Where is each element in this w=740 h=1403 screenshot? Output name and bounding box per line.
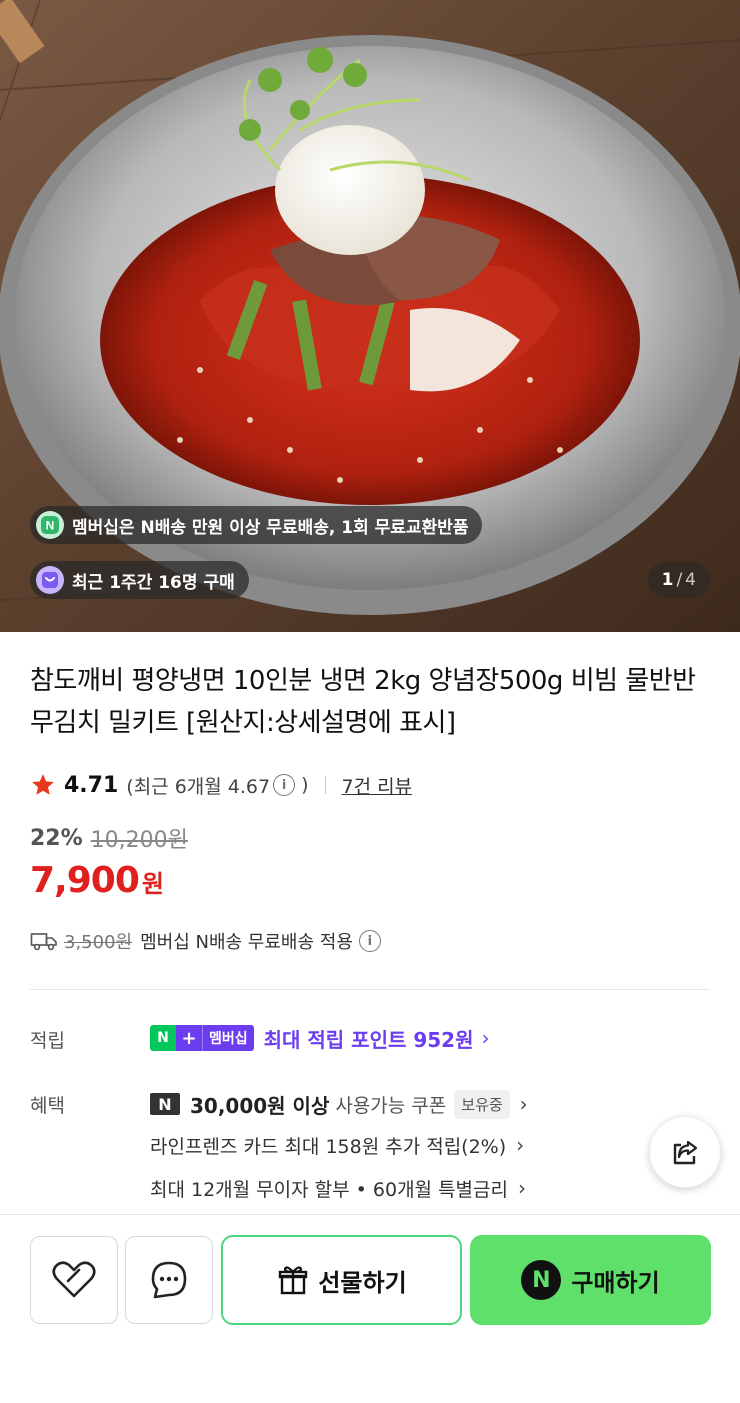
discount-percent: 22% xyxy=(30,825,83,851)
svg-text:N: N xyxy=(46,519,55,533)
recent-purchase-badge: 최근 1주간 16명 구매 xyxy=(30,561,249,599)
membership-n-icon: N xyxy=(36,511,64,539)
badge-n-letter: N xyxy=(150,1025,176,1051)
recent-rating-close: ) xyxy=(301,774,309,796)
share-icon xyxy=(673,1140,698,1165)
image-counter-total: 4 xyxy=(685,570,696,590)
heart-icon xyxy=(52,1261,96,1298)
chat-bubble-icon xyxy=(151,1261,187,1299)
gift-icon xyxy=(279,1266,308,1295)
chevron-right-icon: › xyxy=(516,1133,525,1157)
installment-text: 최대 12개월 무이자 할부 • 60개월 특별금리 xyxy=(150,1178,508,1201)
coupon-amount: 30,000원 이상 xyxy=(190,1093,330,1118)
gift-button-label: 선물하기 xyxy=(318,1268,407,1297)
shipping-fee: 3,500원 xyxy=(64,932,133,953)
recent-purchase-text: 최근 1주간 16명 구매 xyxy=(72,572,235,593)
shipping-text: 멤버십 N배송 무료배송 적용 xyxy=(140,932,353,953)
buy-button-label: 구매하기 xyxy=(571,1268,660,1297)
image-counter-separator: / xyxy=(676,570,683,590)
shipping-row: 3,500원 멤버십 N배송 무료배송 적용 i xyxy=(30,924,381,958)
coupon-owned-tag: 보유중 xyxy=(454,1089,510,1119)
truck-icon xyxy=(30,933,57,951)
membership-shipping-text: 멤버십은 N배송 만원 이상 무료배송, 1회 무료교환반품 xyxy=(72,517,469,538)
sale-price-value: 7,900 xyxy=(30,860,140,901)
badge-plus: + xyxy=(176,1025,202,1051)
naver-plus-membership-badge: N + 멤버십 xyxy=(150,1025,254,1051)
sale-price: 7,900 원 xyxy=(30,860,164,901)
coupon-row[interactable]: N 30,000원 이상 사용가능 쿠폰 보유중 › xyxy=(150,1087,528,1121)
chevron-right-icon: › xyxy=(519,1092,528,1116)
gift-button[interactable]: 선물하기 xyxy=(221,1235,462,1325)
card-points-text: 라인프렌즈 카드 최대 158원 추가 적립(2%) xyxy=(150,1135,507,1158)
points-label: 적립 xyxy=(30,1030,65,1052)
badge-membership-text: 멤버십 xyxy=(202,1025,254,1051)
installment-row[interactable]: 최대 12개월 무이자 할부 • 60개월 특별금리 › xyxy=(150,1171,526,1205)
recent-rating: (최근 6개월 4.67 xyxy=(126,775,271,798)
naver-n-icon: N xyxy=(150,1093,180,1115)
inquiry-chat-button[interactable] xyxy=(125,1236,213,1324)
share-button[interactable] xyxy=(649,1116,721,1188)
discount-row: 22% 10,200원 xyxy=(30,822,188,854)
benefits-label: 혜택 xyxy=(30,1095,65,1117)
max-points-text: 최대 적립 포인트 952원 xyxy=(263,1027,474,1052)
sale-price-unit: 원 xyxy=(141,870,164,898)
product-image-carousel[interactable]: N 멤버십은 N배송 만원 이상 무료배송, 1회 무료교환반품 최근 1주간 … xyxy=(0,0,740,632)
buy-button[interactable]: N 구매하기 xyxy=(470,1235,711,1325)
naver-pay-icon: N xyxy=(521,1260,562,1300)
section-divider xyxy=(30,989,710,990)
star-icon xyxy=(32,774,54,795)
coupon-text: 사용가능 쿠폰 xyxy=(335,1094,447,1117)
membership-shipping-badge: N 멤버십은 N배송 만원 이상 무료배송, 1회 무료교환반품 xyxy=(30,506,483,544)
chevron-right-icon: › xyxy=(518,1176,526,1200)
points-row[interactable]: N + 멤버십 최대 적립 포인트 952원 › xyxy=(150,1022,489,1054)
rating-divider xyxy=(324,776,326,794)
product-title: 참도깨비 평양냉면 10인분 냉면 2kg 양념장500g 비빔 물반반 무김치… xyxy=(30,666,696,738)
bottom-action-bar: 선물하기 N 구매하기 xyxy=(0,1214,740,1403)
shopping-bag-icon xyxy=(36,566,64,594)
original-price: 10,200원 xyxy=(90,828,188,853)
image-counter: 1 / 4 xyxy=(647,562,710,598)
review-count-link[interactable]: 7건 리뷰 xyxy=(342,772,413,799)
wishlist-button[interactable] xyxy=(30,1236,118,1324)
chevron-right-icon: › xyxy=(481,1026,490,1050)
rating-score: 4.71 xyxy=(64,772,119,798)
rating-row: 4.71 (최근 6개월 4.67 i ) 7건 리뷰 xyxy=(30,767,412,803)
rating-info-icon[interactable]: i xyxy=(273,774,296,796)
image-counter-current: 1 xyxy=(661,570,674,590)
shipping-info-icon[interactable]: i xyxy=(358,930,381,952)
card-points-row[interactable]: 라인프렌즈 카드 최대 158원 추가 적립(2%) › xyxy=(150,1128,524,1162)
